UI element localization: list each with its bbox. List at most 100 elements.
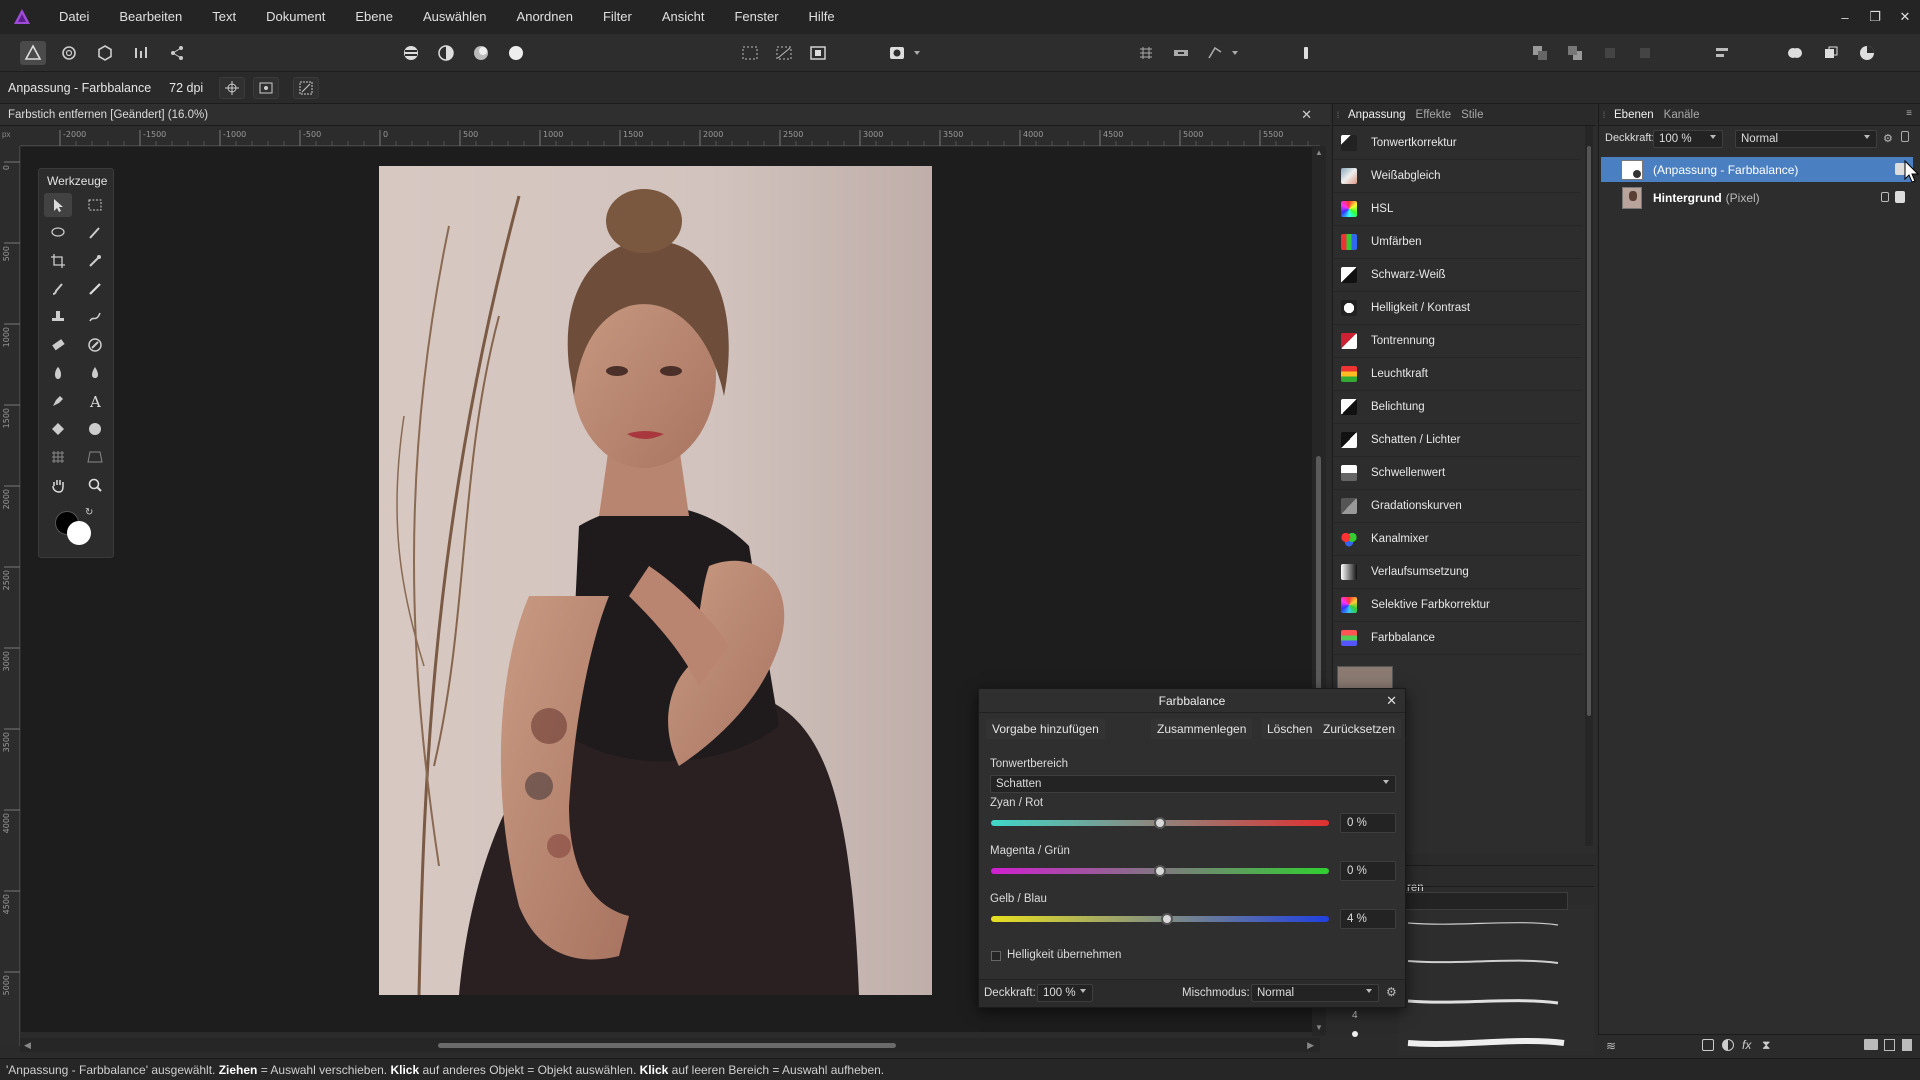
close-document-icon[interactable]: ✕ [1301, 107, 1312, 123]
secondary-color-swatch[interactable] [67, 521, 91, 545]
adjustment-item-schwarz-weiß[interactable]: Schwarz-Weiß [1333, 259, 1581, 292]
panel-menu-icon[interactable]: ≡ [1906, 108, 1912, 119]
tab-kanaele[interactable]: Kanäle [1659, 109, 1705, 121]
adjustment-item-gradationskurven[interactable]: Gradationskurven [1333, 490, 1581, 523]
scroll-left-icon[interactable]: ◀ [24, 1040, 31, 1051]
adjustment-item-schwellenwert[interactable]: Schwellenwert [1333, 457, 1581, 490]
arrange-backward-icon[interactable] [1632, 41, 1658, 65]
color-slider-knob[interactable] [1154, 817, 1166, 829]
quick-mask-icon[interactable] [884, 41, 910, 65]
menu-item-anordnen[interactable]: Anordnen [502, 0, 588, 34]
color-slider-knob[interactable] [1160, 913, 1173, 925]
layer-row-farbbalance[interactable]: (Anpassung - Farbbalance) [1601, 157, 1913, 182]
adjustment-item-helligkeit-kontrast[interactable]: Helligkeit / Kontrast [1333, 292, 1581, 325]
eyedropper-tool-icon[interactable] [81, 249, 109, 273]
slider-value-field[interactable]: 0 % [1340, 861, 1396, 881]
pixel-brush-tool-icon[interactable] [81, 277, 109, 301]
adjustment-item-hsl[interactable]: HSL [1333, 193, 1581, 226]
transform-origin-icon[interactable] [219, 76, 246, 99]
layers-blend-select[interactable]: Normal [1735, 130, 1877, 148]
horizontal-scrollbar[interactable]: ◀ ▶ [20, 1038, 1320, 1052]
selection-invert-icon[interactable] [805, 41, 831, 65]
hide-selection-icon[interactable] [293, 76, 320, 99]
menu-item-dokument[interactable]: Dokument [251, 0, 340, 34]
develop-persona-icon[interactable] [92, 41, 118, 65]
zoom-tool-icon[interactable] [81, 473, 109, 497]
layers-opacity-select[interactable]: 100 % [1653, 130, 1723, 148]
snapping-icon[interactable] [1168, 41, 1194, 65]
menu-item-datei[interactable]: Datei [44, 0, 104, 34]
add-layer-icon[interactable] [1884, 1039, 1895, 1051]
chevron-down-icon[interactable] [910, 41, 924, 65]
lock-icon[interactable] [1881, 192, 1889, 202]
panel-grip-icon[interactable]: ⁞ [1333, 104, 1343, 126]
adjustment-item-schatten-lichter[interactable]: Schatten / Lichter [1333, 424, 1581, 457]
info-icon[interactable] [1293, 41, 1319, 65]
merge-button[interactable]: Zusammenlegen [1151, 719, 1253, 739]
adjustment-item-umfärben[interactable]: Umfärben [1333, 226, 1581, 259]
auto-colors-icon[interactable] [468, 41, 494, 65]
panel-grip-icon[interactable]: ⁞ [1599, 104, 1609, 126]
fx-icon[interactable]: fx [1742, 1038, 1751, 1052]
vertical-ruler[interactable]: 0 500 1000 1500 2000 2500 3000 3500 4000 4500 5000 [0, 146, 20, 1046]
photo-persona-icon[interactable] [20, 41, 46, 65]
horizontal-scrollbar-thumb[interactable] [438, 1043, 896, 1048]
pen-tool-icon[interactable] [44, 389, 72, 413]
tone-mapping-persona-icon[interactable] [128, 41, 154, 65]
adjustment-item-kanalmixer[interactable]: Kanalmixer [1333, 523, 1581, 556]
brush-strokes-preview[interactable] [1398, 905, 1594, 1055]
tab-effekte[interactable]: Effekte [1411, 109, 1457, 121]
crop-tool-icon[interactable] [44, 249, 72, 273]
clone-stamp-tool-icon[interactable] [44, 305, 72, 329]
scroll-up-icon[interactable]: ▲ [1315, 148, 1323, 157]
menu-item-bearbeiten[interactable]: Bearbeiten [104, 0, 197, 34]
export-persona-icon[interactable] [164, 41, 190, 65]
lock-icon[interactable] [1901, 131, 1909, 142]
close-window-button[interactable]: ✕ [1890, 0, 1920, 34]
auto-levels-icon[interactable] [398, 41, 424, 65]
transform-mode-icon[interactable] [253, 76, 280, 99]
menu-item-text[interactable]: Text [197, 0, 251, 34]
adjustment-scrollbar-thumb[interactable] [1587, 146, 1591, 716]
auto-white-balance-icon[interactable] [503, 41, 529, 65]
adjustment-item-verlaufsumsetzung[interactable]: Verlaufsumsetzung [1333, 556, 1581, 589]
grid-icon[interactable] [1133, 41, 1159, 65]
menu-item-ebene[interactable]: Ebene [340, 0, 408, 34]
close-icon[interactable]: ✕ [1386, 693, 1397, 709]
fill-tool-icon[interactable] [44, 417, 72, 441]
adjustment-item-selektive-farbkorrektur[interactable]: Selektive Farbkorrektur [1333, 589, 1581, 622]
tab-ebenen[interactable]: Ebenen [1609, 109, 1659, 121]
paint-brush-tool-icon[interactable] [44, 277, 72, 301]
slider-value-field[interactable]: 0 % [1340, 813, 1396, 833]
dialog-blend-select[interactable]: Normal [1251, 984, 1379, 1002]
color-slider-knob[interactable] [1154, 865, 1166, 877]
scroll-down-icon[interactable]: ▼ [1315, 1023, 1323, 1032]
delete-layer-icon[interactable] [1902, 1039, 1912, 1051]
arrange-forward-icon[interactable] [1597, 41, 1623, 65]
adjustment-layer-icon[interactable] [1722, 1039, 1734, 1051]
slider-value-field[interactable]: 4 % [1340, 909, 1396, 929]
menu-item-ansicht[interactable]: Ansicht [647, 0, 720, 34]
menu-item-filter[interactable]: Filter [588, 0, 647, 34]
assistant-icon[interactable] [1202, 41, 1228, 65]
chevron-down-icon[interactable] [1228, 41, 1242, 65]
rect-marquee-tool-icon[interactable] [81, 193, 109, 217]
affinity-photo-logo-icon[interactable] [0, 0, 44, 34]
mask-layer-icon[interactable] [1702, 1039, 1714, 1051]
menu-item-hilfe[interactable]: Hilfe [794, 0, 850, 34]
portrait-photo[interactable] [379, 166, 932, 995]
adjustment-item-farbbalance[interactable]: Farbbalance [1333, 622, 1581, 655]
adjustment-item-tontrennung[interactable]: Tontrennung [1333, 325, 1581, 358]
delete-button[interactable]: Löschen [1261, 719, 1319, 739]
perspective-tool-icon[interactable] [81, 445, 109, 469]
smudge-tool-icon[interactable] [81, 305, 109, 329]
mesh-warp-tool-icon[interactable] [44, 445, 72, 469]
layer-options-icon[interactable]: ≋ [1606, 1039, 1616, 1053]
menu-item-fenster[interactable]: Fenster [719, 0, 793, 34]
dialog-opacity-select[interactable]: 100 % [1037, 984, 1093, 1002]
adjustment-item-leuchtkraft[interactable]: Leuchtkraft [1333, 358, 1581, 391]
adjustment-item-tonwertkorrektur[interactable]: Tonwertkorrektur [1333, 127, 1581, 160]
boolean-intersect-icon[interactable] [1854, 41, 1880, 65]
arrange-back-icon[interactable] [1562, 41, 1588, 65]
dialog-header[interactable]: Farbbalance ✕ [979, 689, 1405, 713]
